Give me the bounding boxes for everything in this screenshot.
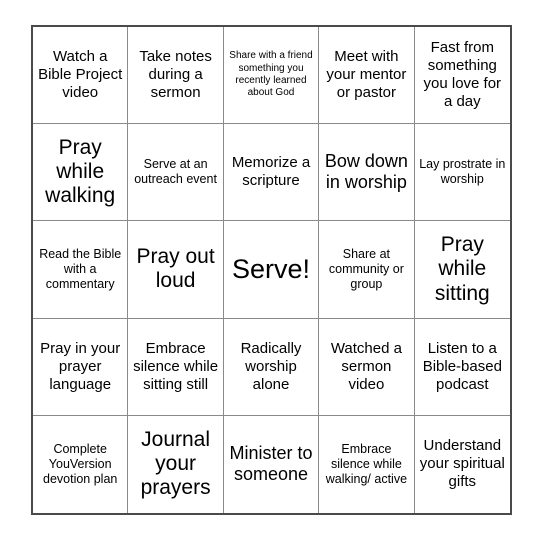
bingo-cell-r2-c4[interactable]: Bow down in worship	[319, 124, 415, 222]
bingo-cell-r3-c1[interactable]: Read the Bible with a commentary	[33, 221, 129, 319]
bingo-cell-label: Pray in your prayer language	[40, 339, 121, 393]
bingo-cell-label: Memorize a scripture	[231, 154, 311, 190]
bingo-cell-r1-c1[interactable]: Watch a Bible Project video	[33, 27, 129, 125]
bingo-cell-label: Pray while walking	[45, 136, 116, 208]
bingo-cell-r2-c5[interactable]: Lay prostrate in worship	[414, 124, 510, 222]
bingo-cell-r5-c4[interactable]: Embrace silence while walking/ active	[319, 415, 415, 513]
bingo-cell-label: Understand your spiritual gifts	[419, 437, 505, 491]
bingo-cell-r5-c5[interactable]: Understand your spiritual gifts	[415, 416, 510, 513]
bingo-cell-label: Minister to someone	[229, 443, 313, 485]
bingo-cell-label: Pray while sitting	[434, 233, 490, 305]
bingo-cell-label: Lay prostrate in worship	[419, 157, 506, 187]
bingo-cell-r5-c3[interactable]: Minister to someone	[224, 415, 320, 513]
bingo-cell-label: Watch a Bible Project video	[38, 48, 123, 102]
bingo-cell-label: Serve at an outreach event	[134, 157, 217, 187]
bingo-cell-label: Share with a friend something you recent…	[229, 50, 313, 99]
bingo-cell-r3-c4[interactable]: Share at community or group	[319, 221, 415, 319]
bingo-cell-r3-c3[interactable]: Serve!	[223, 221, 320, 319]
bingo-cell-label: Pray out loud	[136, 245, 215, 293]
bingo-cell-r1-c4[interactable]: Meet with your mentor or pastor	[319, 27, 415, 125]
bingo-cell-label: Radically worship alone	[240, 339, 302, 393]
bingo-cell-r5-c2[interactable]: Journal your prayers	[128, 415, 224, 513]
bingo-cell-r4-c2[interactable]: Embrace silence while sitting still	[128, 318, 224, 416]
bingo-cell-r4-c5[interactable]: Listen to a Bible-based podcast	[414, 319, 510, 416]
bingo-cell-label: Bow down in worship	[324, 151, 408, 193]
bingo-cell-r2-c1[interactable]: Pray while walking	[33, 124, 129, 222]
bingo-cell-r4-c4[interactable]: Watched a sermon video	[319, 318, 415, 416]
bingo-cell-r1-c5[interactable]: Fast from something you love for a day	[414, 27, 510, 125]
bingo-cell-label: Read the Bible with a commentary	[39, 246, 122, 291]
bingo-card: Watch a Bible Project video Take notes du…	[31, 25, 512, 515]
bingo-cell-r2-c3[interactable]: Memorize a scripture	[223, 124, 320, 222]
bingo-cell-label: Fast from something you love for a day	[423, 39, 502, 111]
bingo-cell-r1-c3[interactable]: Share with a friend something you recent…	[223, 27, 320, 125]
bingo-cell-label: Serve!	[231, 253, 311, 284]
bingo-cell-r4-c1[interactable]: Pray in your prayer language	[33, 318, 129, 416]
bingo-cell-r1-c2[interactable]: Take notes during a sermon	[128, 27, 224, 125]
bingo-cell-label: Listen to a Bible-based podcast	[422, 339, 502, 393]
bingo-cell-label: Watched a sermon video	[330, 339, 402, 393]
bingo-cell-label: Journal your prayers	[140, 428, 211, 500]
bingo-cell-r3-c5[interactable]: Pray while sitting	[414, 221, 510, 319]
bingo-cell-r4-c3[interactable]: Radically worship alone	[223, 318, 320, 416]
bingo-cell-r5-c1[interactable]: Complete YouVersion devotion plan	[33, 415, 129, 513]
bingo-cell-label: Meet with your mentor or pastor	[326, 48, 407, 102]
bingo-cell-r3-c2[interactable]: Pray out loud	[128, 221, 224, 319]
bingo-cell-label: Embrace silence while sitting still	[133, 339, 219, 393]
bingo-cell-label: Embrace silence while walking/ active	[325, 441, 408, 486]
bingo-cell-r2-c2[interactable]: Serve at an outreach event	[128, 124, 224, 222]
bingo-cell-label: Take notes during a sermon	[139, 48, 212, 102]
bingo-cell-label: Share at community or group	[328, 246, 404, 291]
bingo-cell-label: Complete YouVersion devotion plan	[43, 441, 118, 486]
